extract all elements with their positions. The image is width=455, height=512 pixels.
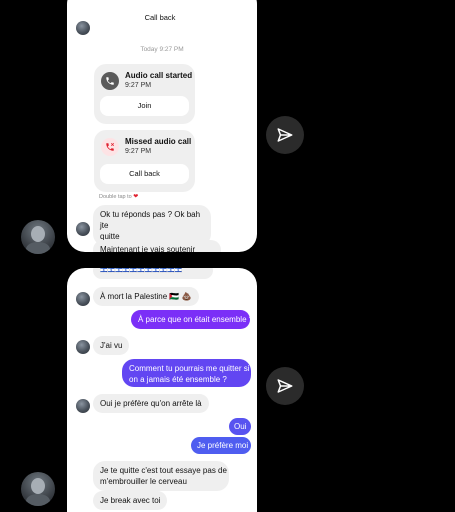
message-text: À mort la Palestine 🇵🇸 💩 (100, 292, 192, 301)
call-back-button[interactable]: Call back (100, 164, 189, 184)
send-icon (277, 128, 293, 142)
message-bubble-received: Oui je préfère qu'on arrête là (93, 394, 209, 413)
contact-avatar-small (76, 21, 90, 35)
contact-avatar-small (76, 399, 90, 413)
missed-call-card: Missed audio call 9:27 PM Call back (94, 130, 195, 192)
message-bubble-sent: Comment tu pourrais me quitter si on a j… (122, 359, 251, 387)
message-bubble-received: Je break avec toi (93, 491, 168, 510)
message-bubble-received: À mort la Palestine 🇵🇸 💩 (93, 287, 199, 306)
share-button[interactable] (266, 116, 304, 154)
message-text: Comment tu pourrais me quitter si (129, 364, 250, 373)
message-bubble-sent: Oui (229, 418, 251, 435)
message-text: Maintenant je vais soutenir Israël (100, 245, 196, 252)
chat-screenshot-top: Call back Today 9:27 PM Audio call start… (67, 0, 257, 252)
double-tap-hint: Double tap to ❤ (99, 193, 138, 200)
message-text: Je break avec toi (100, 496, 161, 505)
double-tap-text: Double tap to (99, 194, 132, 200)
contact-avatar-small (76, 222, 90, 236)
call-time: 9:27 PM (125, 82, 152, 89)
join-button[interactable]: Join (100, 96, 189, 116)
message-bubble-received: J'ai vu (93, 336, 130, 355)
heart-icon: ❤ (133, 194, 139, 200)
audio-call-started-card: Audio call started 9:27 PM Join (94, 64, 195, 124)
message-text: À parce que on était ensemble ? (138, 315, 254, 324)
profile-avatar[interactable] (21, 220, 55, 254)
message-text: 🇮🇱🇮🇱🇮🇱🇮🇱🇮🇱🇮🇱🇮🇱🇮🇱🇮🇱🇮🇱🇮🇱 (100, 268, 183, 274)
profile-avatar[interactable] (21, 472, 55, 506)
call-title: Missed audio call (125, 137, 192, 146)
share-button[interactable] (266, 367, 304, 405)
chat-screenshot-bottom: 🇮🇱🇮🇱🇮🇱🇮🇱🇮🇱🇮🇱🇮🇱🇮🇱🇮🇱🇮🇱🇮🇱 À mort la Palesti… (67, 268, 257, 512)
call-back-button-top[interactable]: Call back (100, 10, 220, 26)
message-bubble-received: Je te quitte c'est tout essaye pas de m'… (93, 461, 229, 491)
message-text: Oui je préfère qu'on arrête là (100, 399, 202, 408)
message-text: Je te quitte c'est tout essaye pas de (100, 466, 227, 475)
message-text: Je préfère moi (197, 441, 249, 450)
message-text: Ok tu réponds pas ? Ok bah jte (100, 210, 201, 230)
call-time: 9:27 PM (125, 148, 152, 155)
message-text: m'embrouiller le cerveau (100, 477, 187, 486)
contact-avatar-small (76, 292, 90, 306)
message-bubble-sent: Je préfère moi (191, 437, 251, 454)
message-text: on a jamais été ensemble ? (129, 375, 227, 384)
phone-icon (101, 72, 119, 90)
call-title: Audio call started (125, 71, 193, 80)
contact-avatar-small (76, 340, 90, 354)
message-bubble-sent: À parce que on était ensemble ? (131, 310, 254, 329)
send-icon (277, 379, 293, 393)
message-text: J'ai vu (100, 341, 123, 350)
message-bubble-received: 🇮🇱🇮🇱🇮🇱🇮🇱🇮🇱🇮🇱🇮🇱🇮🇱🇮🇱🇮🇱🇮🇱 (93, 268, 213, 279)
missed-call-icon (101, 138, 119, 156)
message-bubble-received: Maintenant je vais soutenir Israël (93, 240, 221, 252)
message-text: Oui (234, 422, 247, 431)
timestamp: Today 9:27 PM (140, 46, 184, 53)
